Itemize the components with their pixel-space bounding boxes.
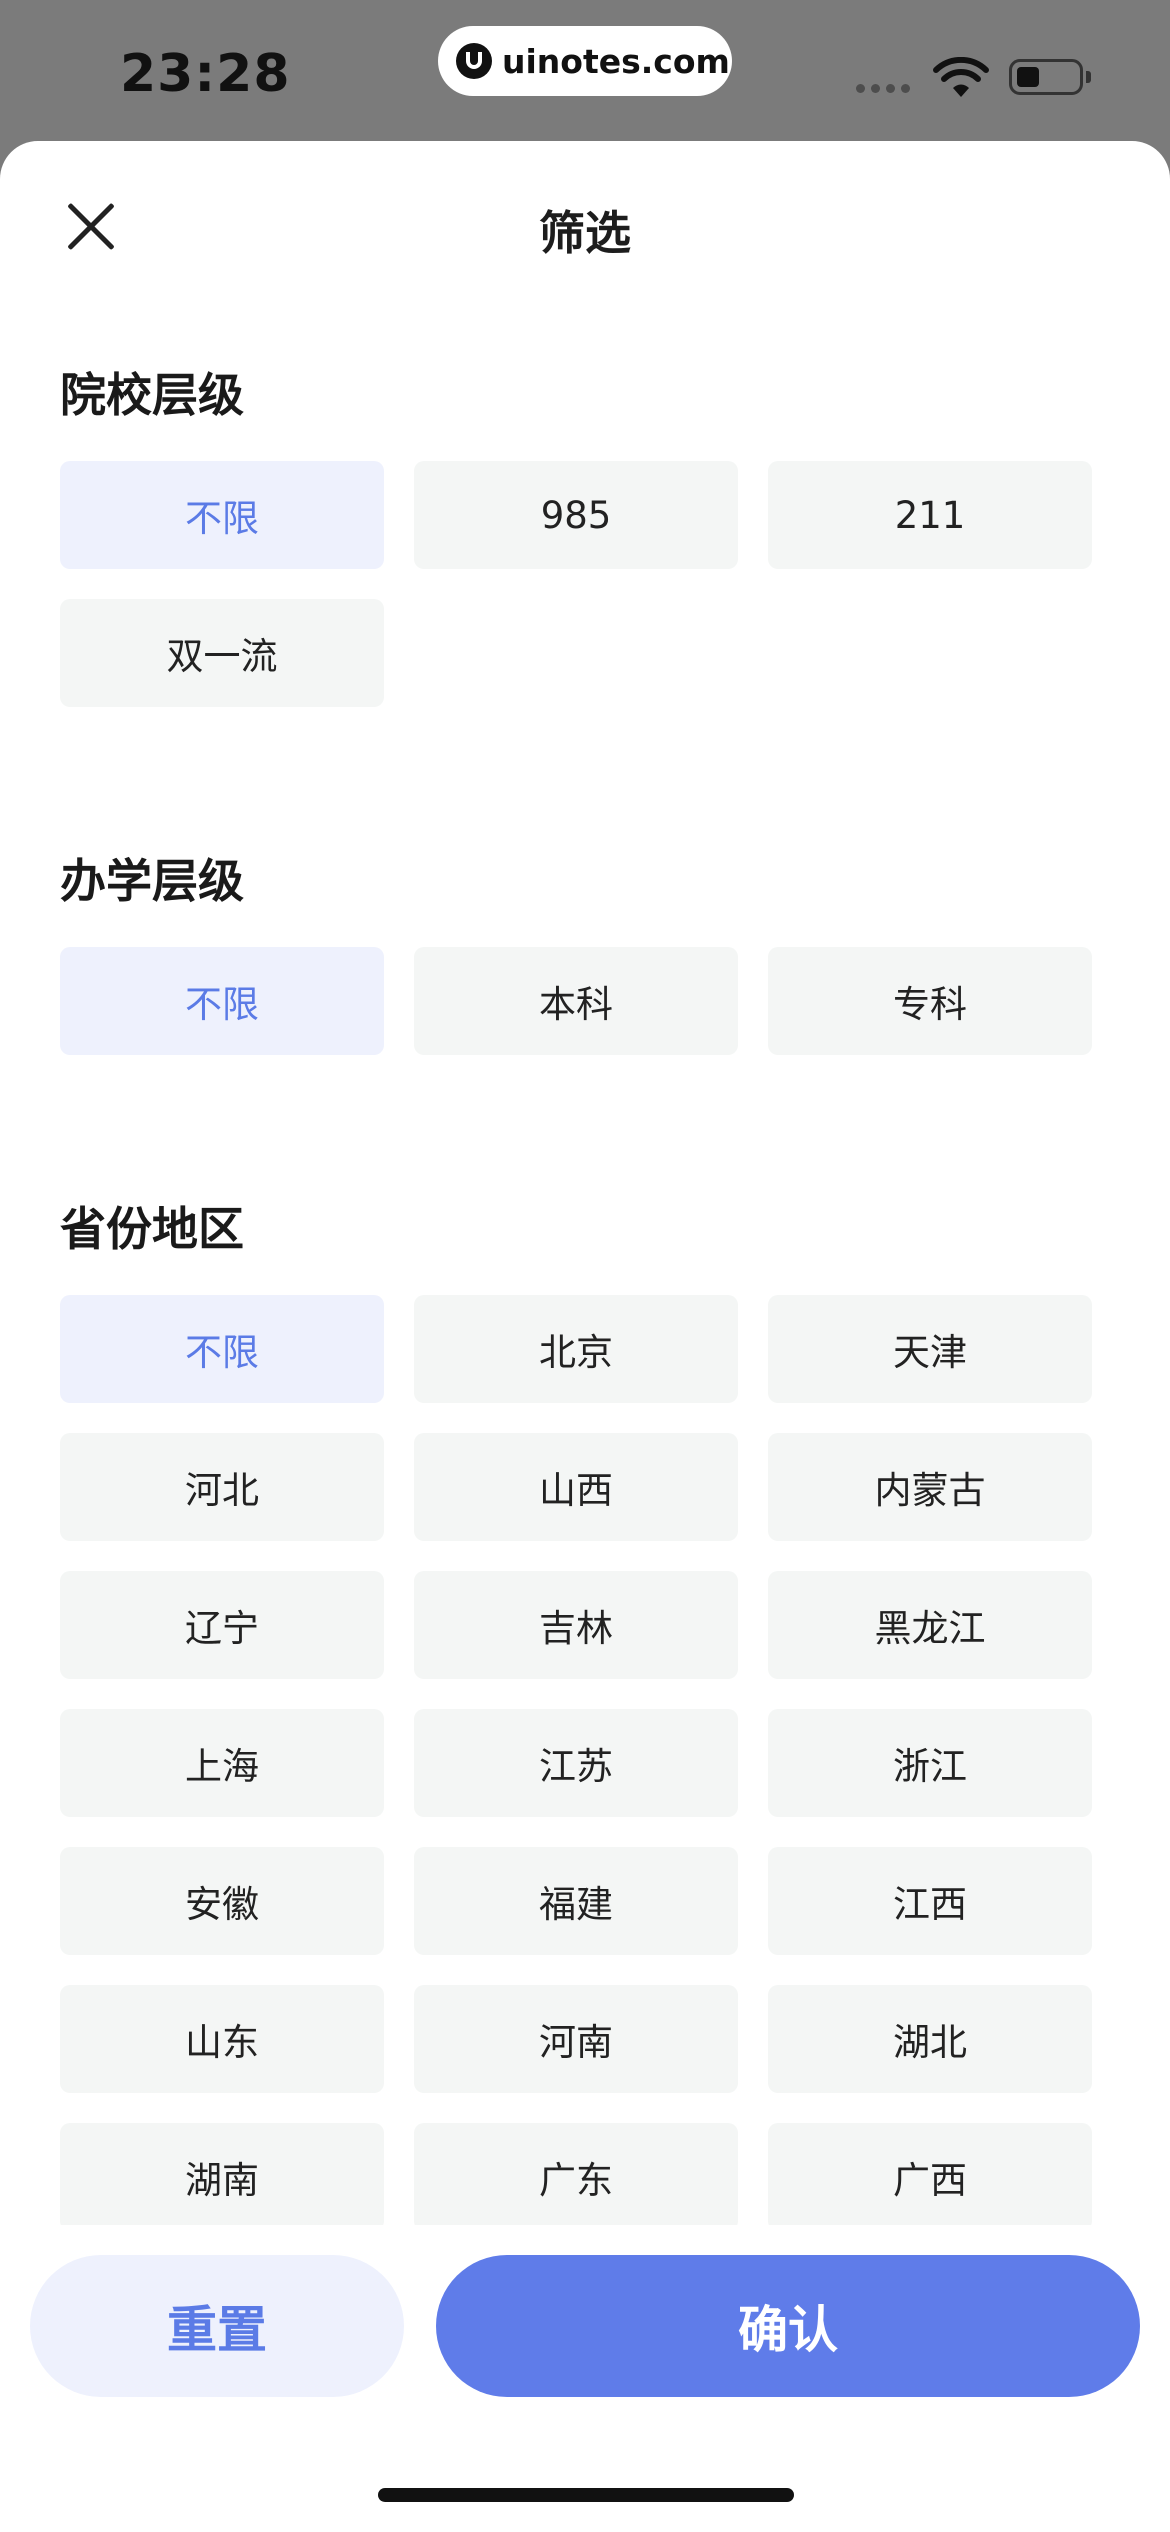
option-item[interactable]: 河北 <box>60 1433 384 1541</box>
reset-button[interactable]: 重置 <box>30 2255 404 2397</box>
sheet-footer: 重置 确认 <box>0 2225 1170 2532</box>
filter-sheet: 筛选 院校层级 不限 985 211 双一流 办学层级 不限 本科 专科 省份地… <box>0 141 1170 2532</box>
option-item[interactable]: 湖南 <box>60 2123 384 2225</box>
section-school-tier: 院校层级 不限 985 211 双一流 <box>60 365 1094 707</box>
option-item[interactable]: 广东 <box>414 2123 738 2225</box>
option-grid: 不限 985 211 双一流 <box>60 461 1092 707</box>
signal-icon <box>856 84 910 93</box>
option-item[interactable]: 福建 <box>414 1847 738 1955</box>
section-title: 院校层级 <box>60 368 244 422</box>
option-item[interactable]: 天津 <box>768 1295 1092 1403</box>
home-indicator <box>378 2488 794 2502</box>
status-bar: 23:28 uinotes.com <box>0 0 1170 140</box>
url-text: uinotes.com <box>502 41 730 81</box>
option-item[interactable]: 山东 <box>60 1985 384 2093</box>
option-item[interactable]: 安徽 <box>60 1847 384 1955</box>
section-province: 省份地区 不限 北京 天津 河北 山西 内蒙古 辽宁 吉林 黑龙江 上海 江苏 … <box>60 1199 1094 2225</box>
option-item[interactable]: 本科 <box>414 947 738 1055</box>
option-item[interactable]: 江西 <box>768 1847 1092 1955</box>
option-item[interactable]: 双一流 <box>60 599 384 707</box>
uinotes-logo-icon <box>456 43 492 79</box>
section-education-level: 办学层级 不限 本科 专科 <box>60 851 1094 1055</box>
confirm-button[interactable]: 确认 <box>436 2255 1140 2397</box>
option-item[interactable]: 内蒙古 <box>768 1433 1092 1541</box>
option-item[interactable]: 辽宁 <box>60 1571 384 1679</box>
option-item[interactable]: 黑龙江 <box>768 1571 1092 1679</box>
status-time: 23:28 <box>120 44 291 104</box>
option-item[interactable]: 河南 <box>414 1985 738 2093</box>
battery-icon <box>1009 59 1083 95</box>
option-item[interactable]: 北京 <box>414 1295 738 1403</box>
option-grid: 不限 本科 专科 <box>60 947 1092 1055</box>
option-item[interactable]: 985 <box>414 461 738 569</box>
url-pill[interactable]: uinotes.com <box>438 26 732 96</box>
sheet-title: 筛选 <box>539 206 631 260</box>
option-item[interactable]: 不限 <box>60 461 384 569</box>
option-item[interactable]: 湖北 <box>768 1985 1092 2093</box>
option-item[interactable]: 江苏 <box>414 1709 738 1817</box>
option-item[interactable]: 浙江 <box>768 1709 1092 1817</box>
section-title: 办学层级 <box>60 854 244 908</box>
option-item[interactable]: 不限 <box>60 947 384 1055</box>
option-item[interactable]: 211 <box>768 461 1092 569</box>
option-item[interactable]: 广西 <box>768 2123 1092 2225</box>
wifi-icon <box>933 57 989 97</box>
section-title: 省份地区 <box>60 1202 244 1256</box>
option-item[interactable]: 吉林 <box>414 1571 738 1679</box>
option-item[interactable]: 上海 <box>60 1709 384 1817</box>
option-grid: 不限 北京 天津 河北 山西 内蒙古 辽宁 吉林 黑龙江 上海 江苏 浙江 安徽… <box>60 1295 1092 2225</box>
filter-scroll-area[interactable]: 院校层级 不限 985 211 双一流 办学层级 不限 本科 专科 省份地区 不… <box>0 321 1170 2225</box>
option-item[interactable]: 专科 <box>768 947 1092 1055</box>
battery-tip <box>1086 71 1091 83</box>
option-item[interactable]: 不限 <box>60 1295 384 1403</box>
option-item[interactable]: 山西 <box>414 1433 738 1541</box>
